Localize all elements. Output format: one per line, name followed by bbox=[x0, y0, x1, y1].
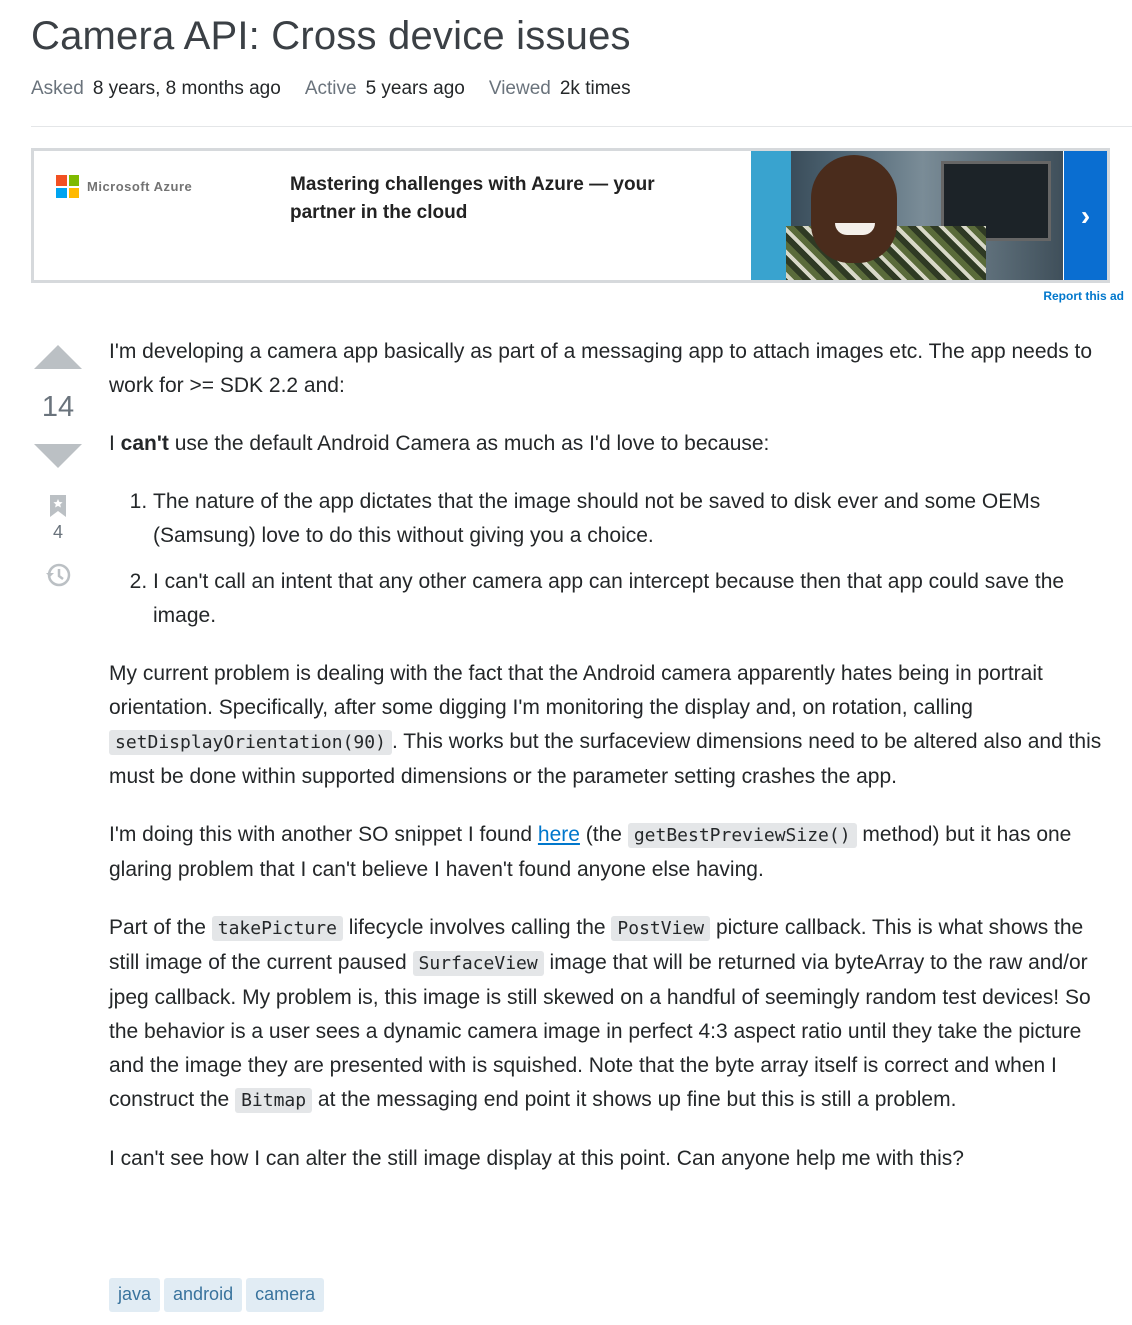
reasons-list: The nature of the app dictates that the … bbox=[153, 485, 1104, 633]
tag-android[interactable]: android bbox=[164, 1278, 243, 1312]
active-info: Active 5 years ago bbox=[304, 78, 465, 99]
question-body: I'm developing a camera app basically as… bbox=[109, 335, 1104, 1200]
asked-info: Asked 8 years, 8 months ago bbox=[31, 78, 281, 99]
vote-cell: 14 4 bbox=[31, 345, 85, 589]
paragraph: I can't use the default Android Camera a… bbox=[109, 432, 770, 455]
ad-brand-name: Microsoft Azure bbox=[87, 179, 193, 194]
ad-photo bbox=[751, 151, 1063, 280]
paragraph: I'm doing this with another SO snippet I… bbox=[109, 823, 1072, 881]
list-item: I can't call an intent that any other ca… bbox=[153, 565, 1104, 633]
paragraph: Part of the takePicture lifecycle involv… bbox=[109, 916, 1091, 1113]
paragraph: I'm developing a camera app basically as… bbox=[109, 340, 1093, 397]
list-item: The nature of the app dictates that the … bbox=[153, 485, 1104, 553]
ad-headline: Mastering challenges with Azure — your p… bbox=[290, 174, 655, 223]
advertisement-banner[interactable]: Microsoft Azure Mastering challenges wit… bbox=[31, 148, 1110, 283]
divider bbox=[31, 126, 1132, 127]
microsoft-logo-icon bbox=[56, 175, 79, 198]
inline-code: takePicture bbox=[211, 916, 343, 941]
inline-code: getBestPreviewSize() bbox=[627, 823, 857, 848]
active-link[interactable]: 5 years ago bbox=[366, 78, 465, 99]
inline-code: SurfaceView bbox=[412, 951, 544, 976]
upvote-arrow-icon[interactable] bbox=[34, 345, 82, 369]
downvote-arrow-icon[interactable] bbox=[34, 444, 82, 468]
here-link[interactable]: here bbox=[538, 823, 580, 846]
paragraph: I can't see how I can alter the still im… bbox=[109, 1147, 964, 1170]
vote-count: 14 bbox=[41, 391, 75, 423]
tag-list: java android camera bbox=[109, 1278, 325, 1312]
inline-code: setDisplayOrientation(90) bbox=[109, 730, 392, 755]
report-ad-link[interactable]: Report this ad bbox=[1043, 289, 1124, 303]
bookmark-icon[interactable] bbox=[49, 494, 67, 518]
tag-camera[interactable]: camera bbox=[246, 1278, 325, 1312]
inline-code: Bitmap bbox=[235, 1088, 313, 1113]
question-title[interactable]: Camera API: Cross device issues bbox=[31, 14, 631, 59]
history-icon[interactable] bbox=[44, 561, 72, 589]
ad-next-button[interactable]: › bbox=[1064, 151, 1107, 280]
bookmark-count: 4 bbox=[52, 522, 63, 542]
question-meta: Asked 8 years, 8 months ago Active 5 years… bbox=[31, 78, 631, 100]
tag-java[interactable]: java bbox=[109, 1278, 161, 1312]
viewed-info: Viewed 2k times bbox=[488, 78, 631, 99]
inline-code: PostView bbox=[611, 916, 711, 941]
ad-brand-logo: Microsoft Azure bbox=[56, 175, 192, 198]
paragraph: My current problem is dealing with the f… bbox=[109, 662, 1102, 788]
